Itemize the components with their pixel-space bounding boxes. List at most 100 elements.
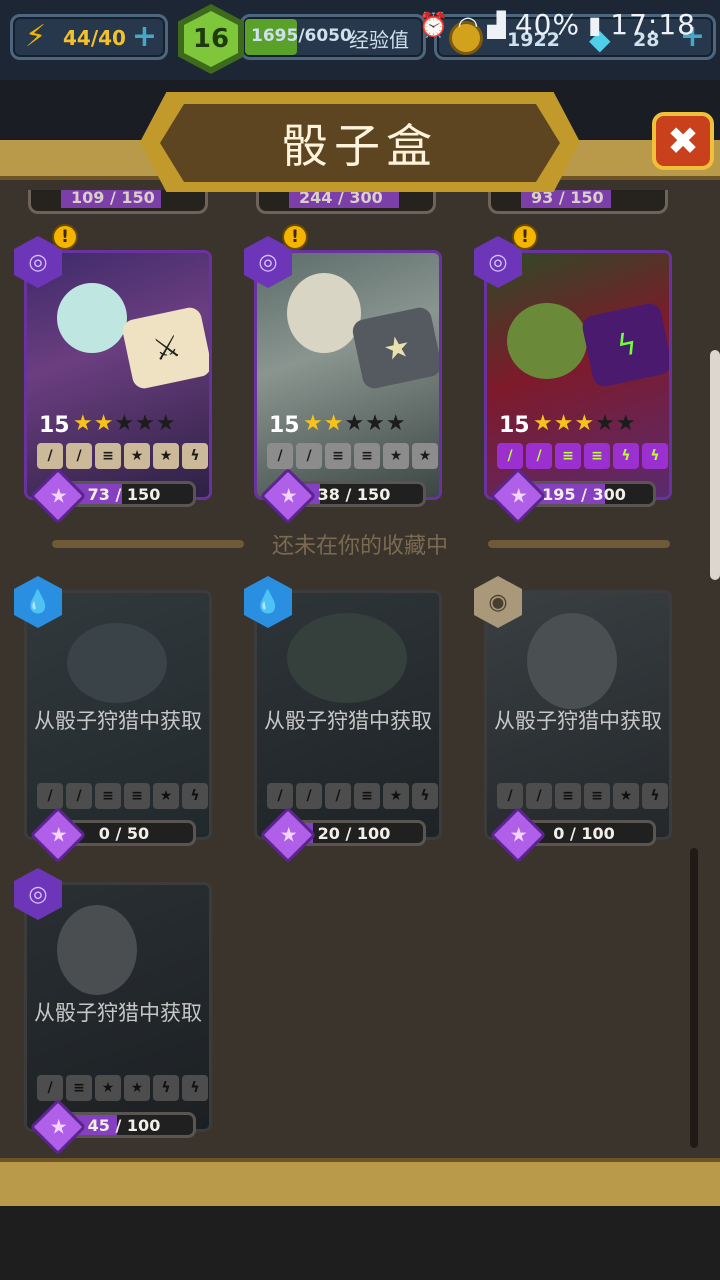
shield-icon: ≡	[584, 443, 610, 469]
dice-card-locked[interactable]: 从骰子狩猎中获取 / / ≡ ≡ ★ ϟ	[24, 590, 212, 840]
sword-icon: /	[37, 443, 63, 469]
xp-label: 经验值	[349, 28, 409, 52]
battery-icon: ▮	[588, 10, 603, 39]
dice-faces: / / ≡ ≡ ★ ★	[267, 443, 438, 469]
bolt-icon: ϟ	[182, 1075, 208, 1101]
card-stars: ★★★★★	[533, 411, 637, 436]
obtain-hint: 从骰子狩猎中获取	[34, 1001, 202, 1025]
bolt-icon: ϟ	[412, 783, 438, 809]
skeleton-art	[57, 283, 127, 353]
card-level: 15	[39, 413, 70, 438]
sword-icon: /	[526, 443, 552, 469]
xp-value: 1695/6050	[251, 26, 352, 46]
close-icon: ✖	[667, 119, 699, 163]
card-stars: ★★★★★	[73, 411, 177, 436]
shield-icon: ≡	[124, 783, 150, 809]
add-energy-icon[interactable]: +	[132, 19, 157, 54]
sword-icon: /	[267, 783, 293, 809]
bolt-icon: ϟ	[153, 1075, 179, 1101]
monster-art	[67, 623, 167, 703]
obtain-hint: 从骰子狩猎中获取	[494, 709, 662, 733]
dice-card[interactable]: ★ 15 ★★★★★ / / ≡ ≡ ★ ★	[254, 250, 442, 500]
dice-faces: / ≡ ★ ★ ϟ ϟ	[37, 1075, 208, 1101]
title-plaque: 骰子盒	[160, 104, 560, 182]
card-level: 15	[269, 413, 300, 438]
sword-icon: /	[296, 783, 322, 809]
shield-icon: ≡	[555, 443, 581, 469]
star-icon: ★	[412, 443, 438, 469]
sword-icon: /	[66, 443, 92, 469]
sword-icon: /	[325, 783, 351, 809]
star-icon: ★	[613, 783, 639, 809]
system-status-bar: ⏰ ◠ ▟ 40% ▮ 17:18	[419, 8, 696, 41]
shield-icon: ≡	[584, 783, 610, 809]
star-icon: ★	[153, 783, 179, 809]
shield-icon: ≡	[95, 443, 121, 469]
card-stars: ★★★★★	[303, 411, 407, 436]
clock: 17:18	[610, 8, 696, 41]
bolt-icon: ϟ	[613, 443, 639, 469]
battery-percent: 40%	[514, 8, 581, 41]
dice-faces: / / ≡ ≡ ★ ϟ	[37, 783, 208, 809]
bolt-icon: ϟ	[642, 783, 668, 809]
star-icon: ★	[95, 1075, 121, 1101]
peek-progress-text: 109 / 150	[71, 188, 155, 207]
energy-value: 44/40	[63, 26, 126, 50]
dice-card-locked[interactable]: 从骰子狩猎中获取 / / ≡ ≡ ★ ϟ	[484, 590, 672, 840]
bolt-icon: ϟ	[182, 783, 208, 809]
top-hud: ⚡ 44/40 + 1695/6050 经验值 16 1922 ◆ 28 + ⏰…	[0, 0, 720, 80]
bottom-background	[0, 1206, 720, 1280]
xp-bar: 1695/6050 经验值	[240, 14, 426, 60]
shield-icon: ≡	[95, 783, 121, 809]
warning-icon[interactable]: !	[282, 224, 308, 250]
shield-icon: ≡	[555, 783, 581, 809]
wifi-icon: ◠	[457, 10, 480, 39]
obtain-hint: 从骰子狩猎中获取	[264, 709, 432, 733]
star-icon: ★	[383, 783, 409, 809]
sword-icon: /	[267, 443, 293, 469]
sword-icon: /	[66, 783, 92, 809]
dice-faces: / / ≡ ≡ ★ ϟ	[497, 783, 668, 809]
warning-icon[interactable]: !	[52, 224, 78, 250]
dice-faces: / / ≡ ≡ ϟ ϟ	[497, 443, 668, 469]
creature-art	[287, 273, 361, 353]
dice-card[interactable]: ϟ 15 ★★★★★ / / ≡ ≡ ϟ ϟ	[484, 250, 672, 500]
dice-card[interactable]: ⚔ 15 ★★★★★ / / ≡ ★ ★ ϟ	[24, 250, 212, 500]
sword-icon: /	[37, 1075, 63, 1101]
star-icon: ★	[153, 443, 179, 469]
page-scrollbar[interactable]	[710, 350, 720, 580]
sword-icon: /	[37, 783, 63, 809]
bolt-icon: ϟ	[642, 443, 668, 469]
warning-icon[interactable]: !	[512, 224, 538, 250]
dice-faces: / / ≡ ★ ★ ϟ	[37, 443, 208, 469]
panel-scrollbar[interactable]	[690, 848, 698, 1148]
star-icon: ★	[383, 443, 409, 469]
card-level: 15	[499, 413, 530, 438]
sword-icon: /	[526, 783, 552, 809]
card-peek[interactable]: 93 / 150	[488, 188, 668, 214]
card-peek[interactable]: 109 / 150	[28, 188, 208, 214]
dice-faces: / / / ≡ ★ ϟ	[267, 783, 438, 809]
witch-art	[507, 303, 587, 379]
dice-card-locked[interactable]: 从骰子狩猎中获取 / ≡ ★ ★ ϟ ϟ	[24, 882, 212, 1132]
monster-art	[287, 613, 407, 703]
obtain-hint: 从骰子狩猎中获取	[34, 709, 202, 733]
shield-icon: ≡	[66, 1075, 92, 1101]
player-level: 16	[184, 11, 238, 67]
sword-icon: /	[296, 443, 322, 469]
panel-bottom-frame	[0, 1158, 720, 1206]
divider-right	[488, 540, 670, 548]
player-level-badge[interactable]: 16	[178, 4, 244, 74]
bolt-icon: ϟ	[182, 443, 208, 469]
energy-counter[interactable]: ⚡ 44/40 +	[10, 14, 168, 60]
shield-icon: ≡	[354, 783, 380, 809]
shield-icon: ≡	[325, 443, 351, 469]
card-peek[interactable]: 244 / 300	[256, 188, 436, 214]
panel-title: 骰子盒	[282, 119, 438, 173]
shield-icon: ≡	[354, 443, 380, 469]
close-button[interactable]: ✖	[652, 112, 714, 170]
sword-icon: /	[497, 443, 523, 469]
sword-icon: /	[497, 783, 523, 809]
monster-art	[527, 613, 617, 709]
dice-card-locked[interactable]: 从骰子狩猎中获取 / / / ≡ ★ ϟ	[254, 590, 442, 840]
